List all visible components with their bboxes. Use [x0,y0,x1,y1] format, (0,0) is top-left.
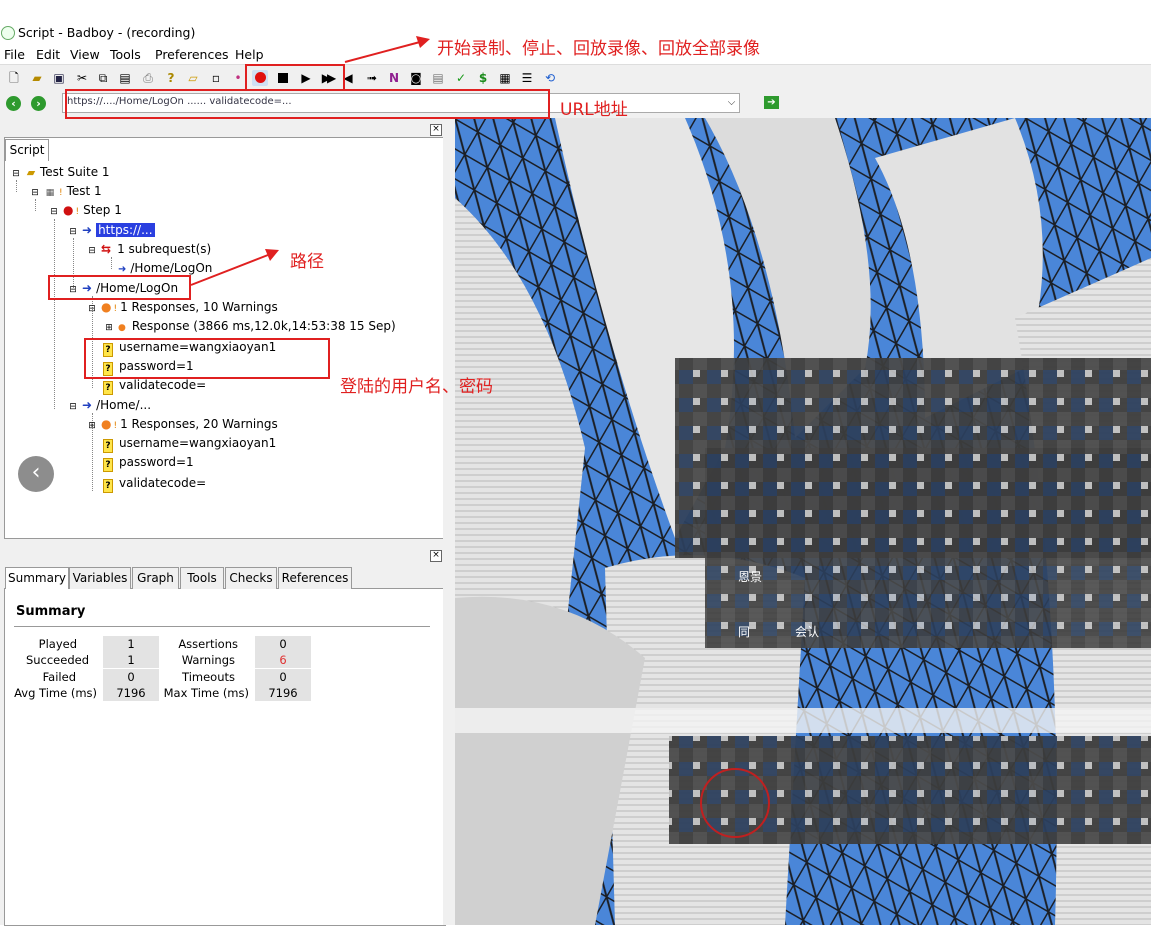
annotation-url: URL地址 [560,100,628,120]
annotation-path: 路径 [290,252,324,272]
annotation-arrows [190,36,430,286]
tab-summary[interactable]: Summary [5,567,69,589]
annotation-record-controls: 开始录制、停止、回放录像、回放全部录像 [437,39,760,59]
annotation-credentials: 登陆的用户名、密码 [340,377,493,397]
